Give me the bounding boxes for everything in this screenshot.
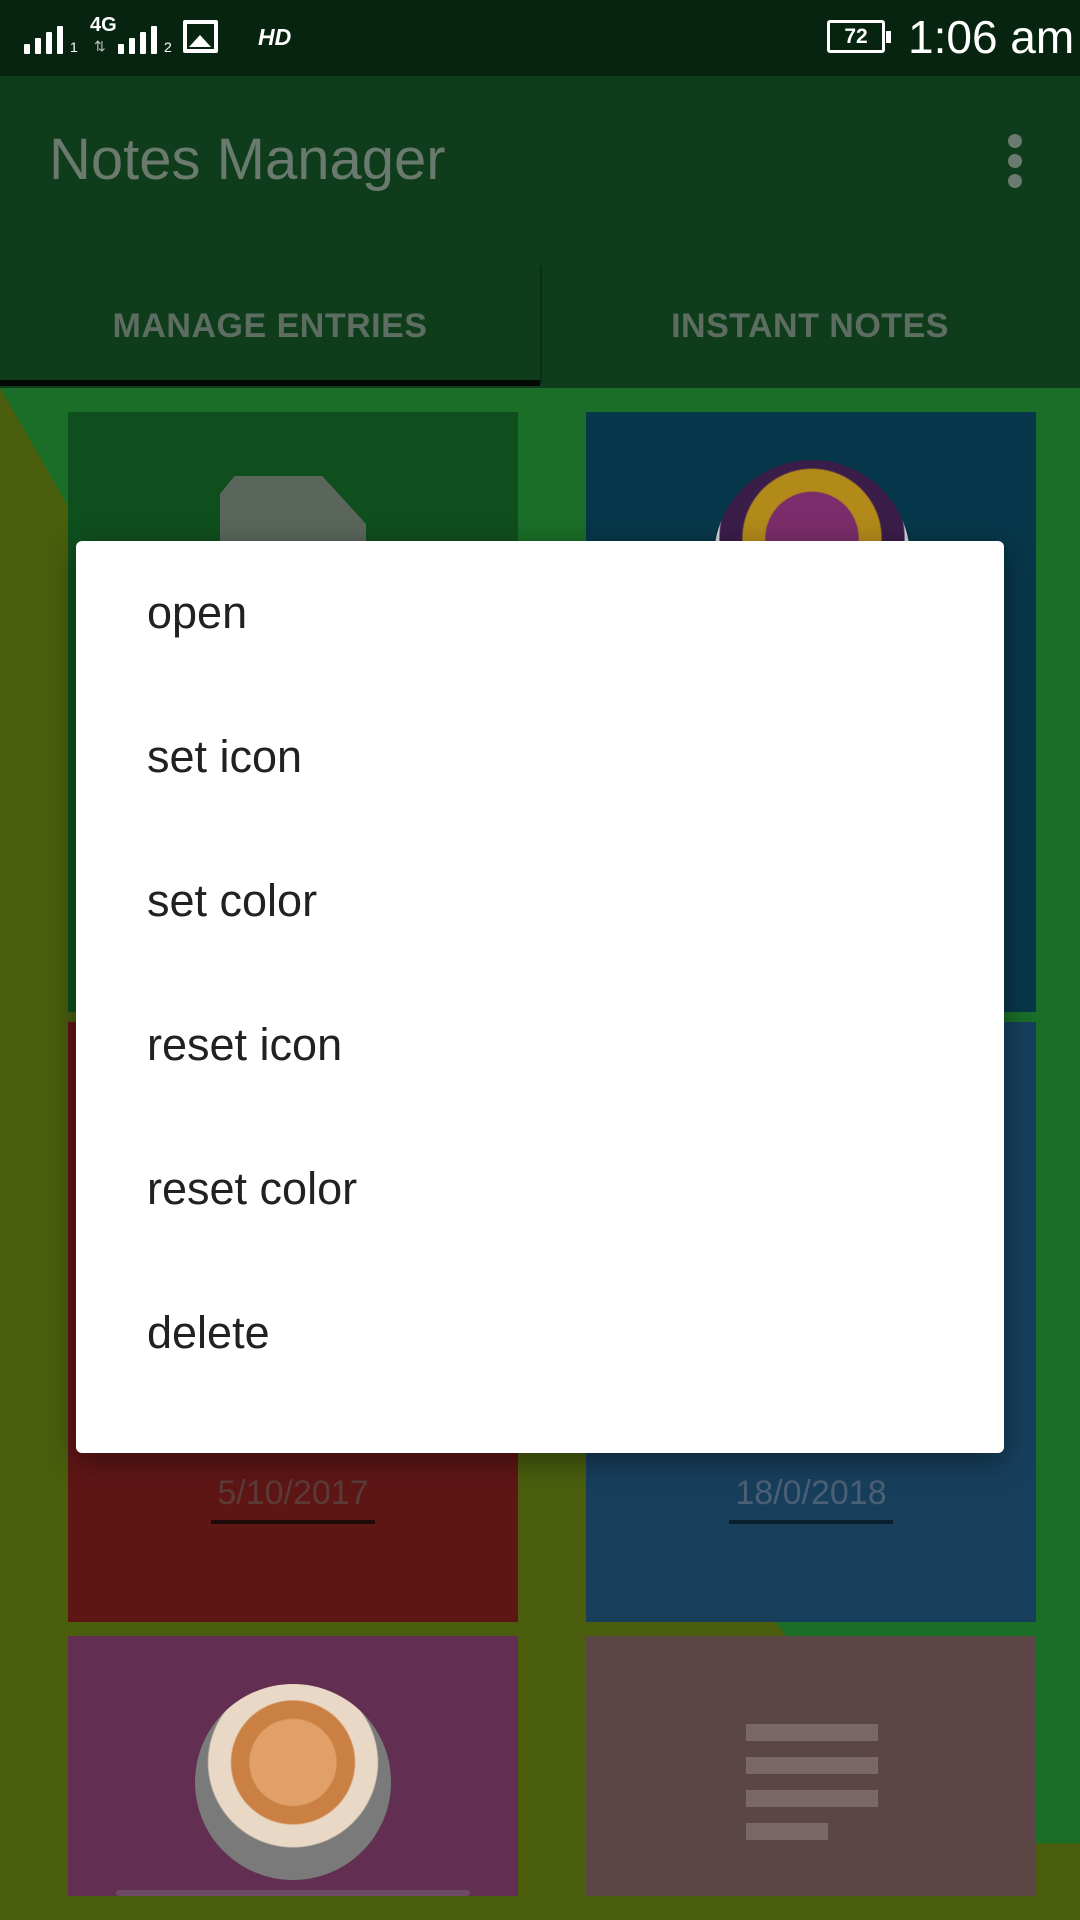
context-menu-dialog: open set icon set color reset icon reset… (76, 541, 1004, 1453)
divider (116, 1890, 470, 1896)
text-lines-icon (746, 1724, 878, 1856)
entry-card[interactable] (586, 1636, 1036, 1896)
image-notification-icon (183, 20, 218, 53)
entry-date: 5/10/2017 (217, 1474, 369, 1512)
status-bar: 1 4G ⇅ 2 HD 72 1:06 am (0, 0, 1080, 76)
menu-item-set-icon[interactable]: set icon (76, 685, 1004, 829)
app-title: Notes Manager (49, 127, 446, 192)
clock: 1:06 am (908, 11, 1075, 63)
entry-date: 18/0/2018 (735, 1474, 887, 1512)
signal-icon-sim2: 2 (118, 22, 172, 54)
entry-card[interactable] (68, 1636, 518, 1896)
menu-item-set-color[interactable]: set color (76, 829, 1004, 973)
tab-manage-entries[interactable]: MANAGE ENTRIES (0, 264, 540, 388)
menu-item-reset-icon[interactable]: reset icon (76, 973, 1004, 1117)
tab-instant-notes[interactable]: INSTANT NOTES (540, 264, 1080, 388)
hd-voice-indicator: HD (258, 24, 292, 50)
date-underline (211, 1520, 375, 1524)
menu-item-open[interactable]: open (76, 541, 1004, 685)
tab-indicator (0, 380, 540, 386)
tab-divider (540, 266, 542, 384)
date-underline (729, 1520, 893, 1524)
network-type: 4G (90, 14, 117, 36)
signal-icon-sim1: 1 (24, 22, 78, 54)
menu-item-delete[interactable]: delete (76, 1261, 1004, 1405)
kitten-image (195, 1684, 391, 1880)
battery-icon: 72 (827, 20, 891, 53)
data-activity-icon: ⇅ (94, 38, 106, 54)
menu-item-reset-color[interactable]: reset color (76, 1117, 1004, 1261)
overflow-menu-icon[interactable] (1000, 134, 1030, 188)
